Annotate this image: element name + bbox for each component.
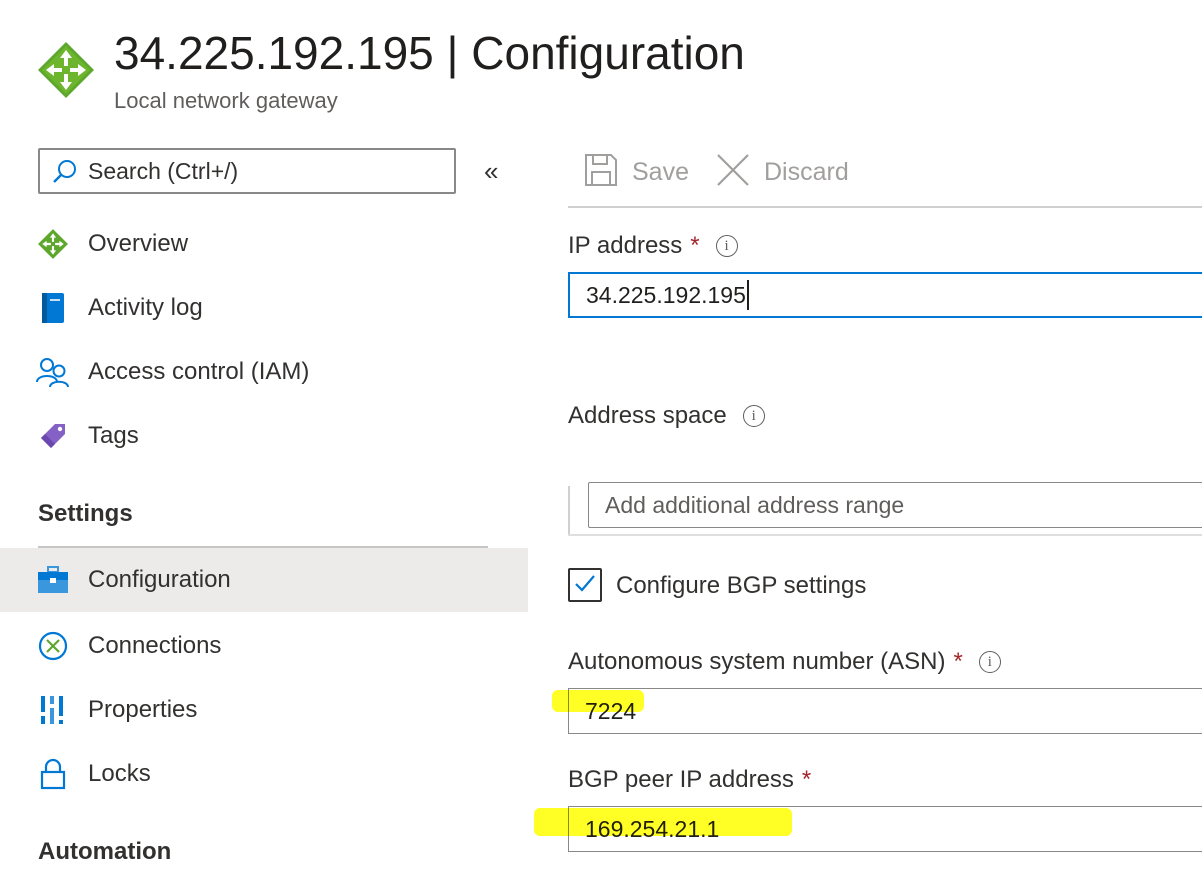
address-space-bracket (568, 486, 570, 536)
toolbar-divider (568, 206, 1202, 208)
sidebar-item-locks[interactable]: Locks (0, 742, 528, 806)
sidebar-item-label: Tags (88, 422, 139, 449)
info-icon[interactable]: i (742, 405, 765, 427)
address-range-input[interactable]: Add additional address range (588, 482, 1202, 528)
info-icon[interactable]: i (978, 651, 1001, 673)
properties-icon (36, 693, 70, 727)
sidebar-item-overview[interactable]: Overview (0, 212, 528, 276)
info-icon[interactable]: i (715, 235, 738, 257)
sidebar-item-tags[interactable]: Tags (0, 404, 528, 468)
tag-icon (36, 419, 70, 453)
address-space-divider (568, 534, 1202, 536)
collapse-sidebar-button[interactable]: « (484, 156, 498, 186)
search-placeholder: Search (Ctrl+/) (88, 157, 239, 184)
required-mark: * (690, 232, 700, 259)
configure-bgp-label-text: Configure BGP settings (616, 572, 867, 599)
page-subtitle: Local network gateway (114, 88, 338, 113)
address-range-placeholder: Add additional address range (605, 491, 905, 518)
sidebar-item-label: Overview (88, 230, 189, 257)
text-caret (746, 280, 749, 310)
sidebar-item-label: Properties (88, 696, 198, 723)
sidebar-item-label: Activity log (88, 294, 203, 321)
save-label: Save (632, 157, 689, 186)
access-control-icon (36, 355, 70, 389)
sidebar-item-label: Connections (88, 632, 222, 659)
ip-address-value: 34.225.192.195 (586, 281, 746, 308)
sidebar-item-label: Configuration (88, 566, 231, 593)
asn-label-text: Autonomous system number (ASN) (568, 648, 946, 675)
discard-label: Discard (764, 157, 849, 186)
page-title: 34.225.192.195 | Configuration (114, 27, 745, 79)
ip-address-label: IP address * i (568, 232, 738, 260)
required-mark: * (953, 648, 963, 675)
configure-bgp-checkbox[interactable] (568, 568, 602, 602)
sidebar-item-configuration[interactable]: Configuration (0, 548, 528, 612)
required-mark: * (801, 766, 812, 793)
discard-button[interactable]: Discard (716, 150, 849, 194)
address-space-label-text: Address space (568, 402, 727, 429)
overview-icon (36, 227, 70, 261)
local-network-gateway-icon (36, 40, 96, 100)
ip-address-field[interactable]: 34.225.192.195 (568, 272, 1202, 318)
save-button[interactable]: Save (584, 150, 689, 194)
asn-label: Autonomous system number (ASN) * i (568, 648, 1001, 676)
highlight-mark (552, 690, 644, 712)
ip-address-label-text: IP address (568, 232, 683, 259)
checkmark-icon (573, 571, 597, 600)
address-space-label: Address space i (568, 402, 765, 430)
bgp-peer-label-text: BGP peer IP address (568, 766, 794, 793)
sidebar-item-activity-log[interactable]: Activity log (0, 276, 528, 340)
bgp-peer-label: BGP peer IP address * (568, 766, 811, 794)
sidebar-item-access-control[interactable]: Access control (IAM) (0, 340, 528, 404)
configuration-icon (36, 563, 70, 597)
asn-field[interactable]: 7224 (568, 688, 1202, 734)
sidebar-item-connections[interactable]: Connections (0, 614, 528, 678)
search-input[interactable]: Search (Ctrl+/) (38, 148, 456, 194)
configure-bgp-label[interactable]: Configure BGP settings (616, 572, 866, 600)
automation-section-header: Automation (38, 838, 172, 865)
sidebar-item-label: Locks (88, 760, 151, 787)
settings-section-header: Settings (38, 500, 133, 527)
search-icon (52, 158, 78, 184)
sidebar-item-properties[interactable]: Properties (0, 678, 528, 742)
close-icon (716, 153, 750, 192)
lock-icon (36, 757, 70, 791)
highlight-mark (534, 808, 792, 836)
sidebar-item-label: Access control (IAM) (88, 358, 310, 385)
save-icon (584, 153, 618, 192)
activity-log-icon (36, 291, 70, 325)
connections-icon (36, 629, 70, 663)
